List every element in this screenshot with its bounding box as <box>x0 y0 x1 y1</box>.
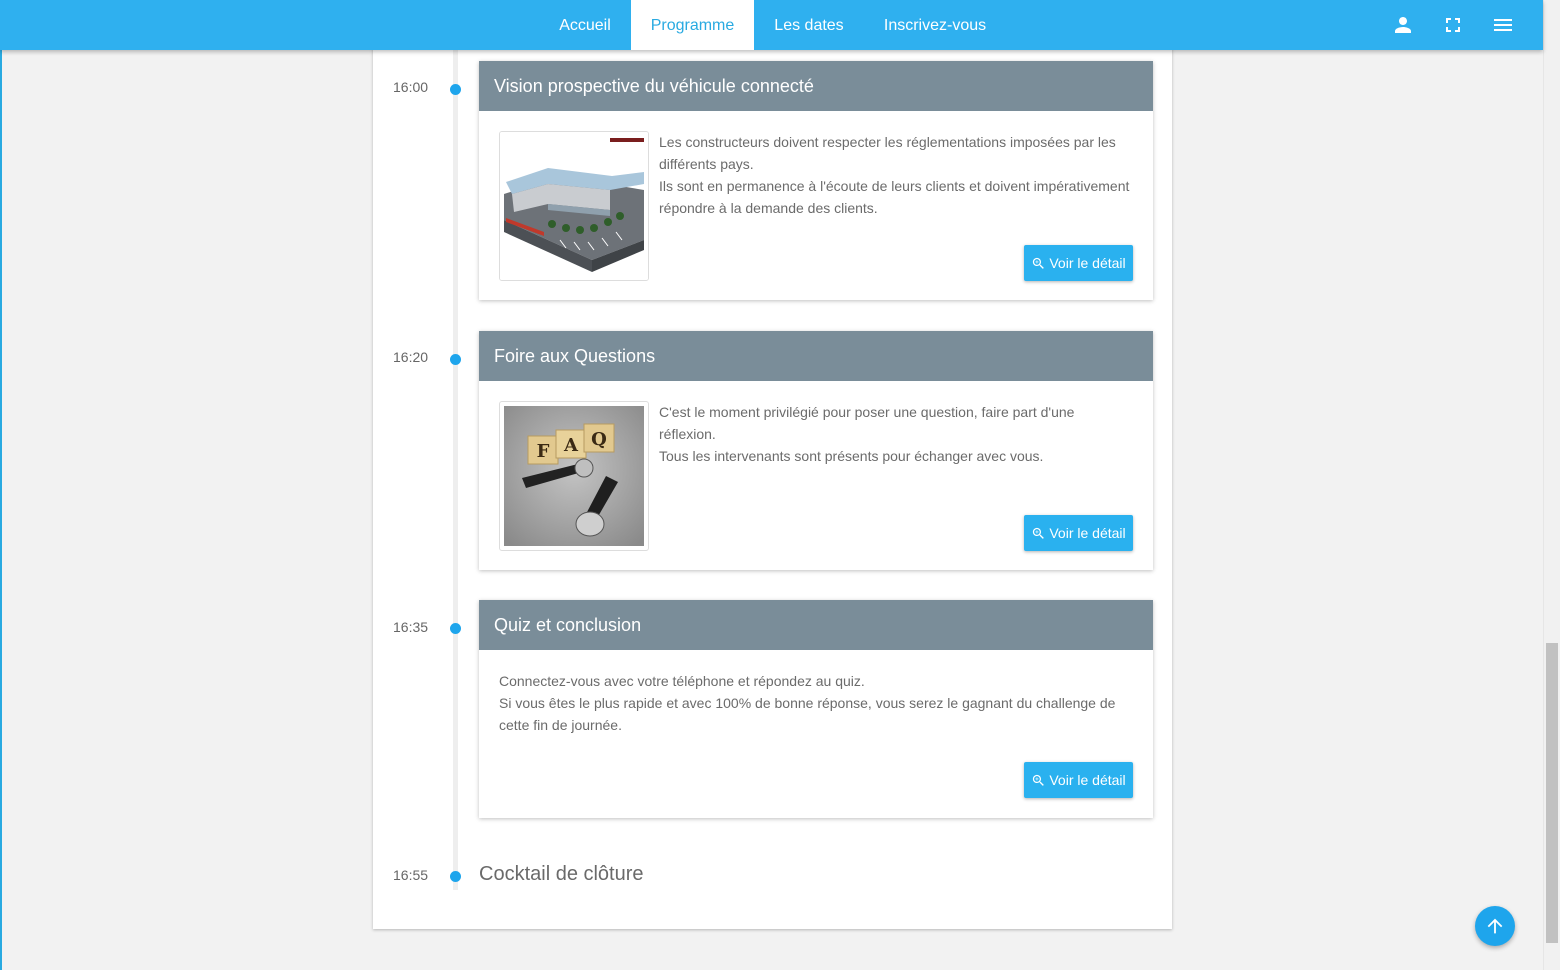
session-description: C'est le moment privilégié pour poser un… <box>659 401 1133 467</box>
session-title: Vision prospective du véhicule connecté <box>479 61 1153 111</box>
zoom-in-icon <box>1033 774 1045 786</box>
nav-programme[interactable]: Programme <box>631 0 754 50</box>
user-icon[interactable] <box>1391 13 1415 37</box>
closing-title: Cocktail de clôture <box>479 863 644 885</box>
arrow-up-icon <box>1487 918 1503 934</box>
description-line: Connectez-vous avec votre téléphone et r… <box>499 673 865 689</box>
session-card-faq: Foire aux Questions F A Q C'est le momen… <box>479 331 1153 570</box>
session-title: Foire aux Questions <box>479 331 1153 381</box>
timeline-dot <box>450 871 461 882</box>
description-line: Tous les intervenants sont présents pour… <box>659 448 1044 464</box>
faq-microphones-image: F A Q <box>499 401 649 551</box>
description-line: Ils sont en permanence à l'écoute de leu… <box>659 178 1130 216</box>
voir-le-detail-button[interactable]: Voir le détail <box>1024 245 1133 281</box>
voir-le-detail-button[interactable]: Voir le détail <box>1024 762 1133 798</box>
scrollbar-thumb[interactable] <box>1546 643 1558 943</box>
menu-icon[interactable] <box>1491 13 1515 37</box>
description-line: Si vous êtes le plus rapide et avec 100%… <box>499 695 1116 733</box>
faq-letter: Q <box>591 429 607 450</box>
timeline-line <box>453 50 458 890</box>
back-to-top-button[interactable] <box>1475 906 1515 946</box>
session-title: Quiz et conclusion <box>479 600 1153 650</box>
session-time: 16:00 <box>393 79 429 95</box>
button-label: Voir le détail <box>1049 772 1126 788</box>
session-description: Connectez-vous avec votre téléphone et r… <box>499 670 1133 736</box>
zoom-in-icon <box>1033 527 1045 539</box>
session-time: 16:20 <box>393 349 429 365</box>
zoom-in-icon <box>1033 257 1045 269</box>
button-label: Voir le détail <box>1049 525 1126 541</box>
faq-letter: A <box>563 435 579 456</box>
timeline-dot <box>450 623 461 634</box>
session-card-vehicule-connecte: Vision prospective du véhicule connecté <box>479 61 1153 300</box>
session-time: 16:35 <box>393 619 429 635</box>
session-card-quiz: Quiz et conclusion Connectez-vous avec v… <box>479 600 1153 818</box>
description-line: C'est le moment privilégié pour poser un… <box>659 404 1075 442</box>
nav-accueil[interactable]: Accueil <box>539 0 631 50</box>
nav-les-dates[interactable]: Les dates <box>754 0 864 50</box>
voir-le-detail-button[interactable]: Voir le détail <box>1024 515 1133 551</box>
faq-letter: F <box>537 441 550 462</box>
nav-inscrivez-vous[interactable]: Inscrivez-vous <box>864 0 1006 50</box>
page-left-edge <box>0 0 2 970</box>
description-line: Les constructeurs doivent respecter les … <box>659 134 1116 172</box>
fullscreen-icon[interactable] <box>1441 13 1465 37</box>
dealership-building-image <box>499 131 649 281</box>
button-label: Voir le détail <box>1049 255 1126 271</box>
page-scrollbar[interactable] <box>1543 0 1560 970</box>
timeline-dot <box>450 84 461 95</box>
top-navbar: Accueil Programme Les dates Inscrivez-vo… <box>0 0 1543 50</box>
session-description: Les constructeurs doivent respecter les … <box>659 131 1133 219</box>
timeline-dot <box>450 354 461 365</box>
session-time: 16:55 <box>393 867 429 883</box>
